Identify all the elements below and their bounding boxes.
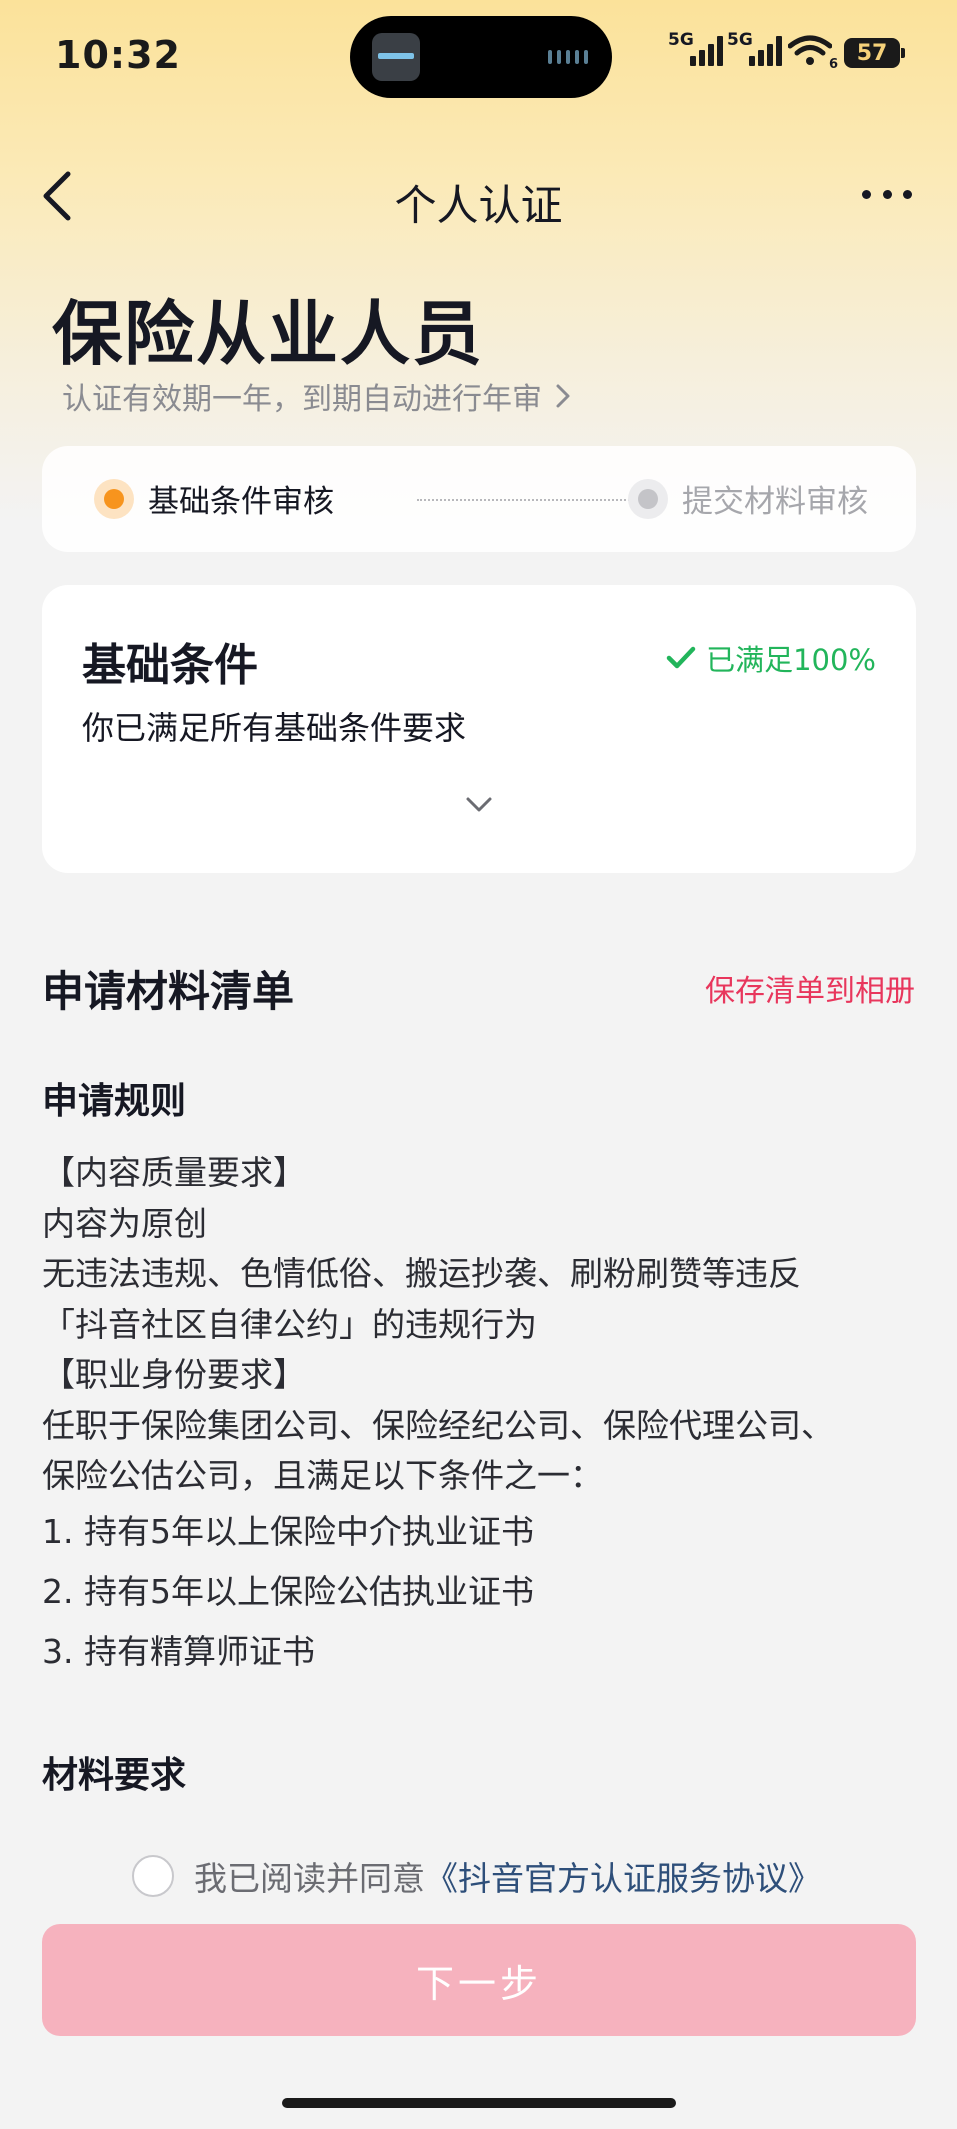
step-active-dot-icon <box>94 478 134 519</box>
rules-line: 任职于保险集团公司、保险经纪公司、保险代理公司、 <box>42 1405 834 1445</box>
rules-line: 「抖音社区自律公约」的违规行为 <box>42 1304 537 1344</box>
requirement-item: 2. 持有5年以上保险公估执业证书 <box>42 1571 534 1611</box>
rules-line: 【内容质量要求】 <box>42 1153 306 1192</box>
agreement-row: 我已阅读并同意 《抖音官方认证服务协议》 <box>132 1852 821 1900</box>
status-time: 10:32 <box>55 33 181 77</box>
battery-icon: 57 <box>844 38 905 68</box>
save-list-link[interactable]: 保存清单到相册 <box>705 966 915 1010</box>
page-title: 保险从业人员 <box>52 293 484 375</box>
conditions-title: 基础条件 <box>82 640 258 691</box>
rules-line: 【职业身份要求】 <box>42 1355 306 1394</box>
status-bar: 10:32 5G 5G 6 57 <box>0 0 957 110</box>
wifi-sub-label: 6 <box>828 57 838 72</box>
nav-bar: 个人认证 <box>0 150 957 240</box>
basic-conditions-card: 基础条件 已满足100% 你已满足所有基础条件要求 <box>42 585 916 873</box>
chevron-down-icon[interactable] <box>464 795 494 815</box>
steps-progress: 基础条件审核 提交材料审核 <box>42 446 916 552</box>
check-icon <box>666 646 696 669</box>
step-basic-review: 基础条件审核 <box>94 476 334 521</box>
requirement-item: 3. 持有精算师证书 <box>42 1631 315 1671</box>
rules-line: 保险公估公司，且满足以下条件之一： <box>42 1456 603 1495</box>
page-nav-title: 个人认证 <box>394 181 563 230</box>
conditions-status: 已满足100% <box>666 637 876 679</box>
audio-bars-icon <box>548 50 588 64</box>
materials-requirements-title: 材料要求 <box>42 1755 187 1796</box>
validity-link[interactable]: 认证有效期一年，到期自动进行年审 <box>62 374 572 418</box>
rules-body: 【内容质量要求】 内容为原创 无违法违规、色情低俗、搬运抄袭、刷粉刷赞等违反 「… <box>42 1148 922 1682</box>
rules-line: 无违法违规、色情低俗、搬运抄袭、刷粉刷赞等违反 <box>42 1254 801 1293</box>
dynamic-island <box>350 16 612 98</box>
materials-section-title: 申请材料清单 <box>42 967 295 1016</box>
chevron-right-icon <box>556 384 570 408</box>
rules-line: 内容为原创 <box>42 1203 207 1243</box>
step-inactive-dot-icon <box>628 478 668 519</box>
conditions-description: 你已满足所有基础条件要求 <box>82 709 467 747</box>
agreement-link[interactable]: 《抖音官方认证服务协议》 <box>425 1852 821 1900</box>
validity-text: 认证有效期一年，到期自动进行年审 <box>62 382 542 417</box>
agreement-text: 我已阅读并同意 <box>194 1859 425 1898</box>
more-icon[interactable] <box>862 190 912 204</box>
media-thumbnail <box>372 33 420 81</box>
wifi-icon: 6 <box>787 34 838 72</box>
requirement-item: 1. 持有5年以上保险中介执业证书 <box>42 1511 534 1551</box>
step-connector <box>417 499 645 501</box>
next-button[interactable]: 下一步 <box>42 1924 916 2036</box>
step-material-review: 提交材料审核 <box>628 476 868 521</box>
signal-icon-2: 5G <box>727 30 783 66</box>
signal-icon-1: 5G <box>668 30 724 66</box>
home-indicator <box>282 2098 676 2108</box>
rules-title: 申请规则 <box>42 1081 187 1122</box>
agreement-checkbox[interactable] <box>132 1855 174 1897</box>
